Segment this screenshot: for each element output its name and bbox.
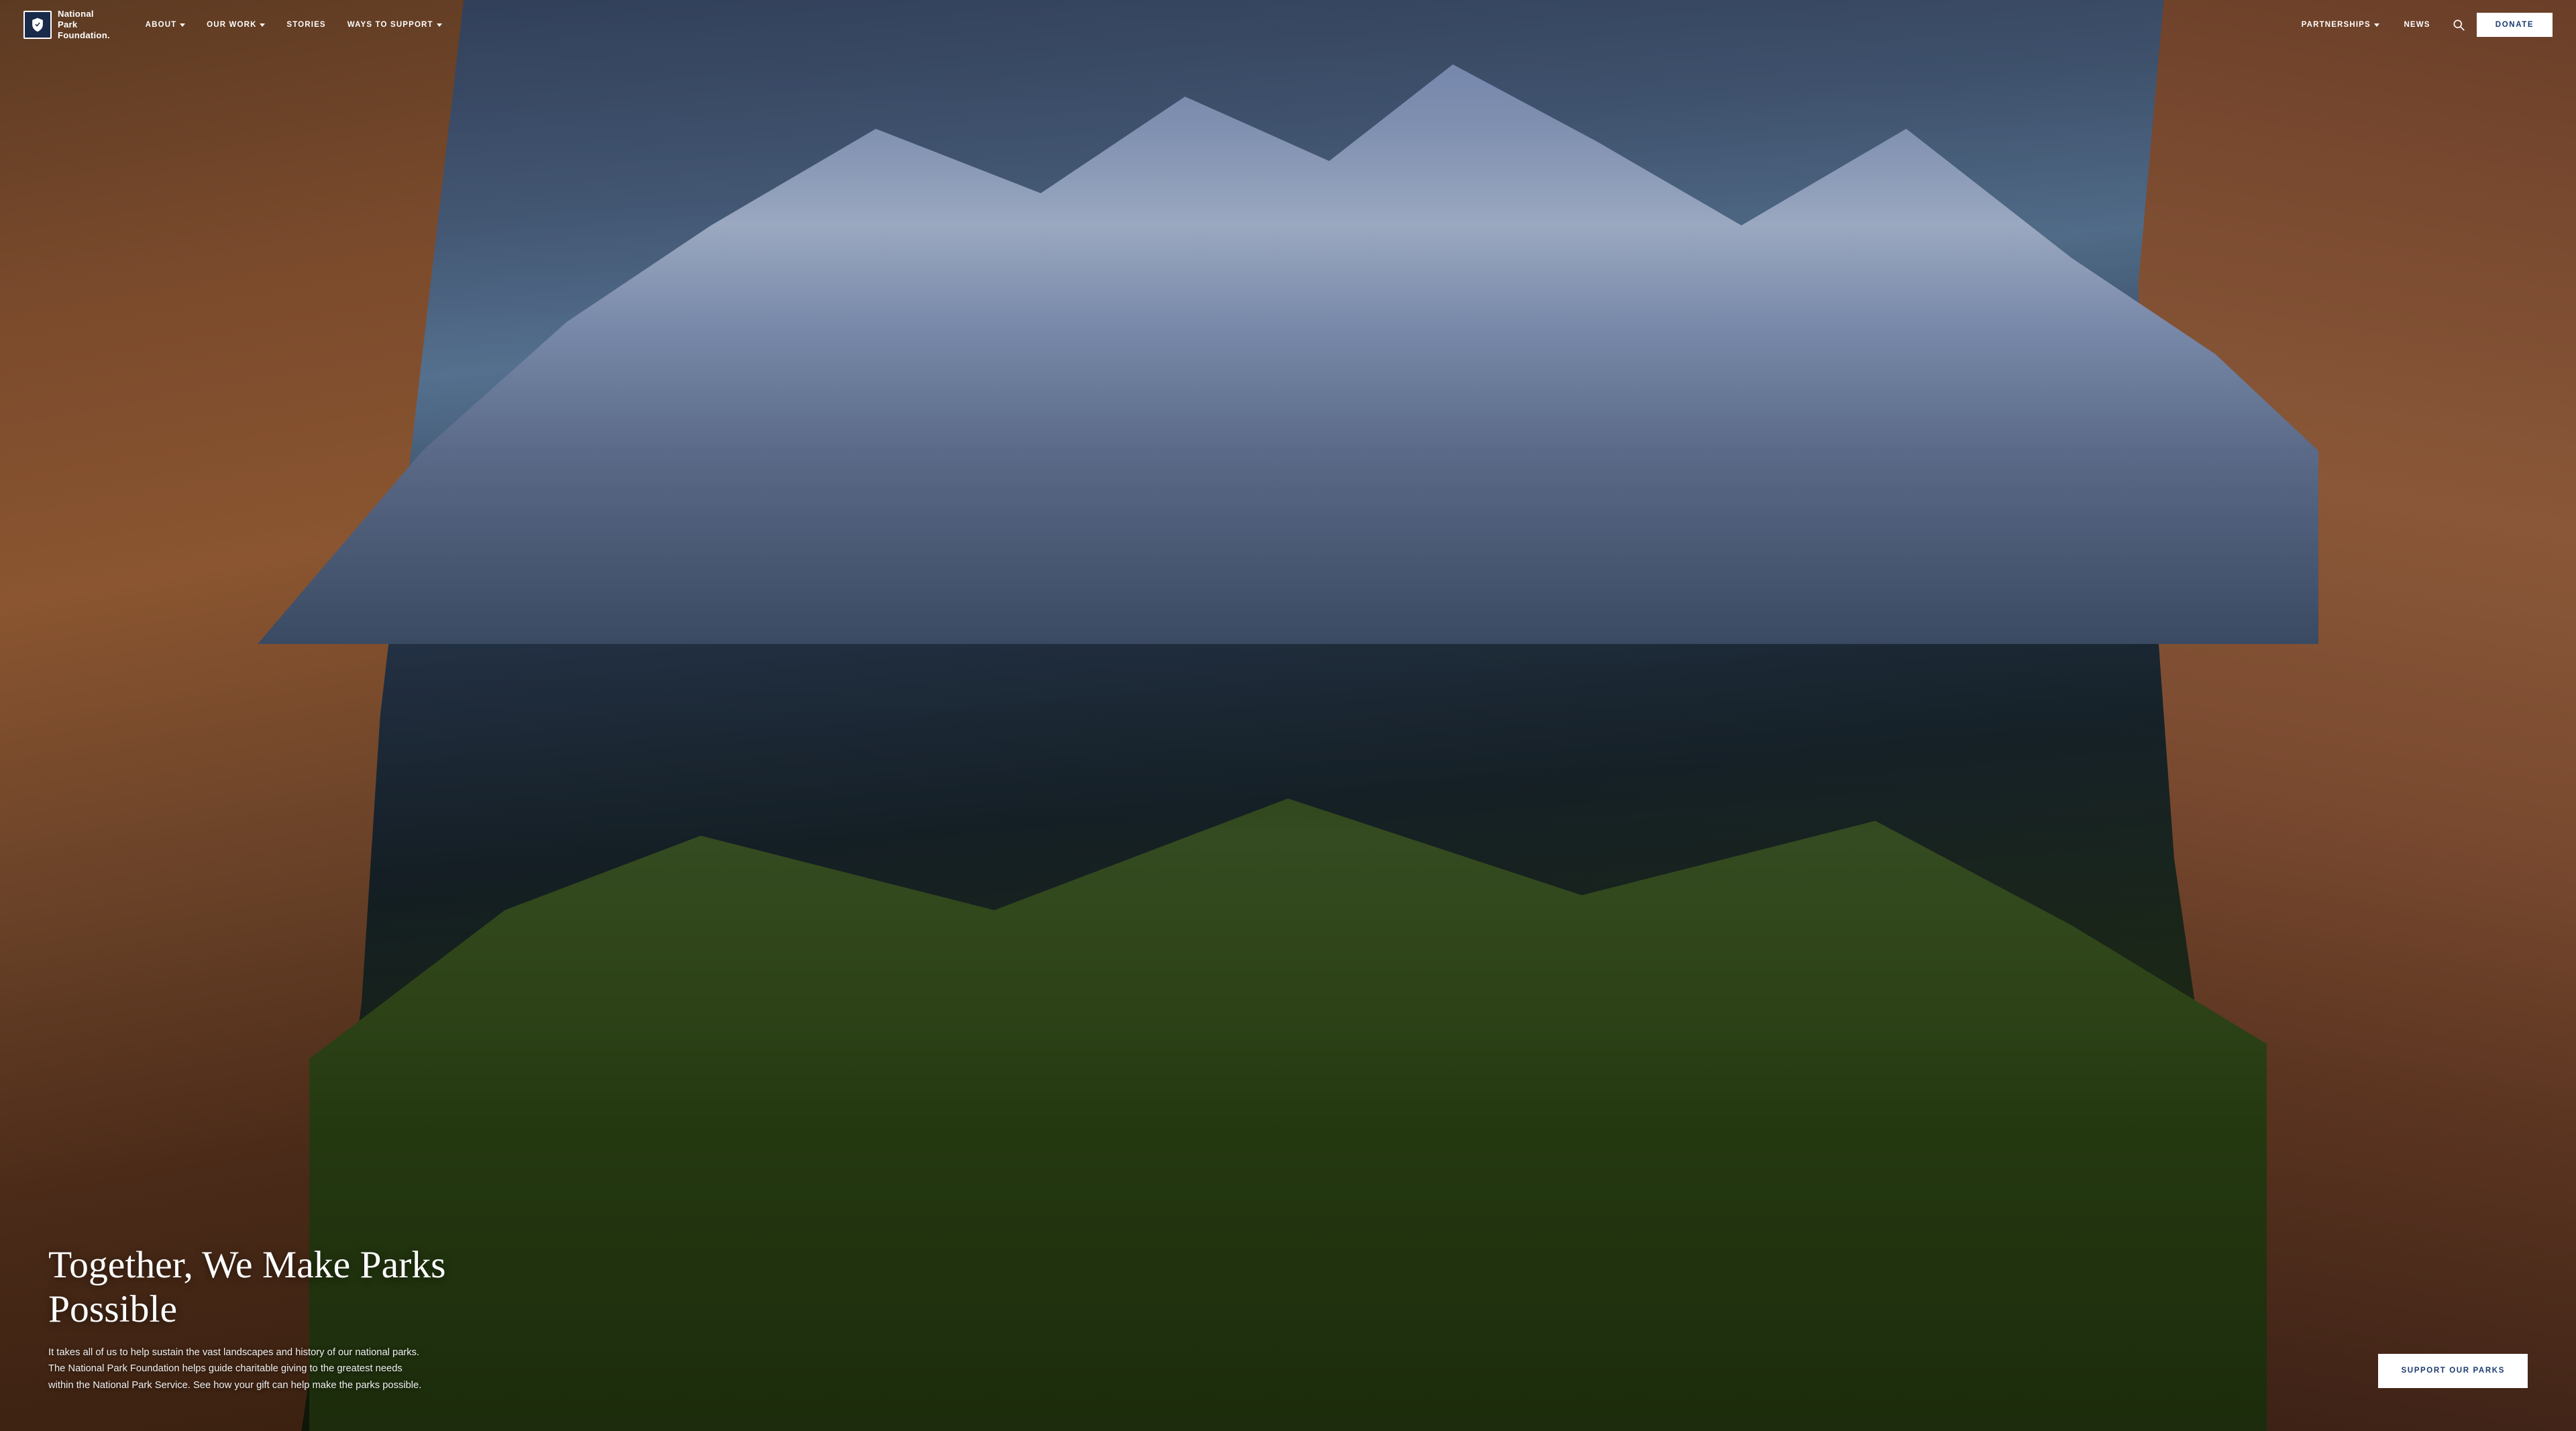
- nav-stories[interactable]: STORIES: [277, 15, 335, 34]
- chevron-down-icon: [2374, 23, 2379, 27]
- nav-ways-to-support[interactable]: WAYS TO SUPPORT: [337, 15, 451, 34]
- site-header: National Park Foundation. ABOUT OUR WORK…: [0, 0, 2576, 50]
- nav-partnerships[interactable]: PARTNERSHIPS: [2292, 15, 2389, 34]
- nav-news[interactable]: NEWS: [2394, 15, 2440, 34]
- chevron-down-icon: [260, 23, 265, 27]
- nav-right: PARTNERSHIPS NEWS DONATE: [2292, 13, 2553, 38]
- nav-our-work[interactable]: OUR WORK: [197, 15, 275, 34]
- main-nav: ABOUT OUR WORK STORIES WAYS TO SUPPORT: [136, 15, 2292, 34]
- hero-section: Together, We Make Parks Possible It take…: [0, 0, 2576, 1431]
- hero-text-block: Together, We Make Parks Possible It take…: [48, 1243, 464, 1393]
- logo-text: National Park Foundation.: [58, 9, 110, 40]
- logo-shield: [23, 11, 52, 39]
- search-icon: [2452, 18, 2465, 32]
- search-button[interactable]: [2445, 14, 2471, 36]
- donate-button[interactable]: DONATE: [2477, 13, 2553, 38]
- logo-link[interactable]: National Park Foundation.: [23, 9, 110, 40]
- chevron-down-icon: [180, 23, 185, 27]
- chevron-down-icon: [437, 23, 442, 27]
- hero-subtext: It takes all of us to help sustain the v…: [48, 1344, 424, 1393]
- hero-content: Together, We Make Parks Possible It take…: [0, 1243, 2576, 1431]
- nav-about[interactable]: ABOUT: [136, 15, 195, 34]
- support-our-parks-button[interactable]: SUPPORT OUR PARKS: [2378, 1354, 2528, 1388]
- hero-headline: Together, We Make Parks Possible: [48, 1243, 464, 1332]
- shield-icon: [30, 17, 45, 32]
